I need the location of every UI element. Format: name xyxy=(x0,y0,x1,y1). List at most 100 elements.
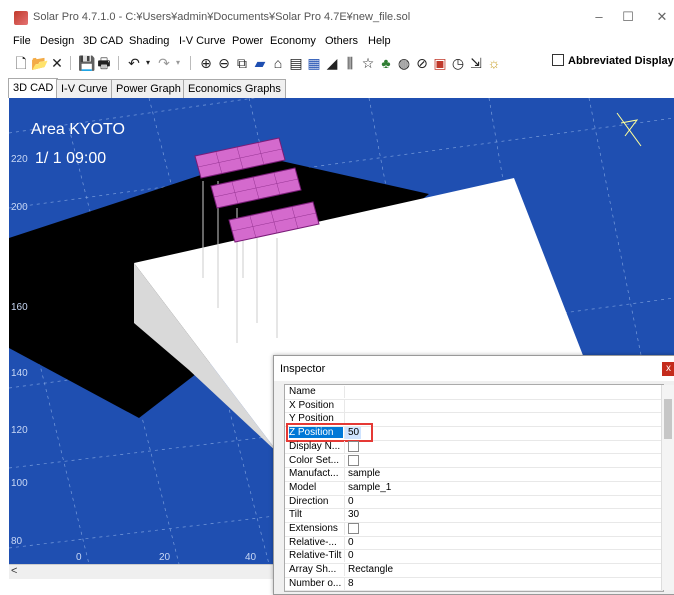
property-value[interactable] xyxy=(344,454,359,467)
menu-help[interactable]: Help xyxy=(368,35,391,47)
property-name: Direction xyxy=(289,495,329,507)
property-row[interactable]: Relative-... 0 xyxy=(285,536,663,551)
property-row-selected[interactable]: Z Position 50 xyxy=(285,423,663,443)
tab-3d-cad[interactable]: 3D CAD xyxy=(8,78,59,98)
property-value[interactable] xyxy=(344,523,359,535)
menu-shading[interactable]: Shading xyxy=(129,35,169,47)
compass-icon[interactable]: ⊘ xyxy=(414,54,430,72)
property-row[interactable]: Tilt 30 xyxy=(285,508,663,523)
property-value[interactable]: 8 xyxy=(344,577,354,590)
zoom-in-icon[interactable]: ⊕ xyxy=(198,54,214,72)
property-name: Extensions xyxy=(289,523,338,534)
property-value[interactable] xyxy=(344,440,359,453)
datetime-label: 1/ 1 09:00 xyxy=(35,150,106,167)
abbreviated-display-label: Abbreviated Display xyxy=(568,55,674,67)
scroll-left-icon[interactable]: < xyxy=(11,565,17,577)
save-icon[interactable]: 💾 xyxy=(78,54,95,72)
tree-icon[interactable]: ♣ xyxy=(378,54,394,72)
property-value[interactable]: sample_1 xyxy=(344,481,391,494)
property-row[interactable]: Relative-Tilt 0 xyxy=(285,549,663,565)
move-icon[interactable]: ⇲ xyxy=(468,54,484,72)
clock-icon[interactable]: ◷ xyxy=(450,54,466,72)
x-tick: 40 xyxy=(245,552,257,563)
property-row[interactable]: Array Sh... Rectangle xyxy=(285,563,663,578)
delete-icon[interactable]: ✕ xyxy=(49,54,65,72)
property-value[interactable] xyxy=(344,399,348,412)
title-bar: Solar Pro 4.7.1.0 - C:¥Users¥admin¥Docum… xyxy=(0,0,674,32)
property-row[interactable]: Direction 0 xyxy=(285,495,663,510)
property-row[interactable]: Display N... xyxy=(285,440,663,455)
property-value[interactable]: 0 xyxy=(344,550,354,563)
property-value[interactable]: 0 xyxy=(344,536,354,549)
menu-power[interactable]: Power xyxy=(232,35,263,47)
x-tick: 20 xyxy=(159,552,171,563)
property-grid: Name X Position Y Position Z Position 50… xyxy=(284,384,664,592)
tab-economics-graphs[interactable]: Economics Graphs xyxy=(183,79,286,98)
north-arrow-icon xyxy=(616,112,642,147)
property-value[interactable] xyxy=(344,386,348,398)
menu-3d-cad[interactable]: 3D CAD xyxy=(83,35,123,47)
close-button[interactable]: ✕ xyxy=(646,6,674,28)
property-row[interactable]: Name xyxy=(285,385,663,400)
property-row[interactable]: Number o... 8 xyxy=(285,577,663,591)
toolbar-separator xyxy=(118,56,119,70)
roof-icon[interactable]: ◢ xyxy=(324,54,340,72)
inspector-scrollbar[interactable] xyxy=(661,385,674,590)
minimize-button[interactable]: – xyxy=(583,6,615,28)
y-tick: 100 xyxy=(11,478,28,489)
house-icon[interactable]: ⌂ xyxy=(270,54,286,72)
tab-iv-curve[interactable]: I-V Curve xyxy=(56,79,113,98)
property-name: Tilt xyxy=(289,509,302,521)
property-name: Name xyxy=(289,386,316,397)
tab-power-graph[interactable]: Power Graph xyxy=(111,79,186,98)
star-icon[interactable]: ☆ xyxy=(360,54,376,72)
y-tick: 140 xyxy=(11,368,28,379)
menu-file[interactable]: File xyxy=(13,35,31,47)
building-icon[interactable]: ▤ xyxy=(288,54,304,72)
new-file-icon[interactable]: 🗋 xyxy=(13,54,29,72)
panel-icon[interactable]: ▰ xyxy=(252,54,268,72)
maximize-button[interactable]: ☐ xyxy=(612,6,644,28)
sun-icon[interactable]: ☼ xyxy=(486,54,502,72)
chart-icon[interactable]: ▣ xyxy=(432,54,448,72)
checkbox-icon[interactable] xyxy=(348,523,359,534)
view-icon[interactable]: ⧉ xyxy=(234,54,250,72)
y-tick: 160 xyxy=(11,302,28,313)
property-value[interactable]: sample xyxy=(344,468,380,481)
abbreviated-display-checkbox[interactable]: Abbreviated Display xyxy=(552,54,674,67)
property-value[interactable]: 0 xyxy=(344,495,354,508)
property-row[interactable]: Model sample_1 xyxy=(285,481,663,496)
zoom-out-icon[interactable]: ⊖ xyxy=(216,54,232,72)
inspector-title-bar[interactable]: Inspector x xyxy=(274,356,674,381)
menu-economy[interactable]: Economy xyxy=(270,35,316,47)
globe-icon[interactable]: ◍ xyxy=(396,54,412,72)
checkbox-icon[interactable] xyxy=(348,440,359,452)
property-value[interactable]: 30 xyxy=(344,509,359,522)
window-title: Solar Pro 4.7.1.0 - C:¥Users¥admin¥Docum… xyxy=(33,11,411,23)
scrollbar-thumb[interactable] xyxy=(664,399,672,439)
property-row[interactable]: Color Set... xyxy=(285,454,663,469)
property-name: Color Set... xyxy=(289,454,340,466)
menu-design[interactable]: Design xyxy=(40,35,74,47)
menu-others[interactable]: Others xyxy=(325,35,358,47)
property-row[interactable]: Manufact... sample xyxy=(285,467,663,482)
checkbox-icon[interactable] xyxy=(348,454,359,466)
toolbar-separator xyxy=(70,56,71,70)
array-icon[interactable]: ▦ xyxy=(306,54,322,72)
undo-dropdown-icon[interactable]: ▾ xyxy=(140,54,156,72)
inspector-close-button[interactable]: x xyxy=(662,362,674,376)
pole-icon[interactable]: ⫼ xyxy=(342,54,358,72)
inspector-title: Inspector xyxy=(280,363,326,375)
menu-iv-curve[interactable]: I-V Curve xyxy=(179,35,225,47)
app-logo-icon xyxy=(14,11,28,25)
property-row[interactable]: Extensions xyxy=(285,522,663,537)
toolbar-separator xyxy=(190,56,191,70)
menu-bar: File Design 3D CAD Shading I-V Curve Pow… xyxy=(0,34,674,50)
redo-dropdown-icon[interactable]: ▾ xyxy=(170,54,186,72)
open-folder-icon[interactable]: 📂 xyxy=(31,54,48,72)
print-icon[interactable]: 🖶 xyxy=(96,54,112,72)
area-label: Area KYOTO xyxy=(31,121,125,138)
property-row[interactable]: X Position xyxy=(285,399,663,414)
property-value[interactable]: Rectangle xyxy=(344,564,393,577)
y-tick: 80 xyxy=(11,536,23,547)
